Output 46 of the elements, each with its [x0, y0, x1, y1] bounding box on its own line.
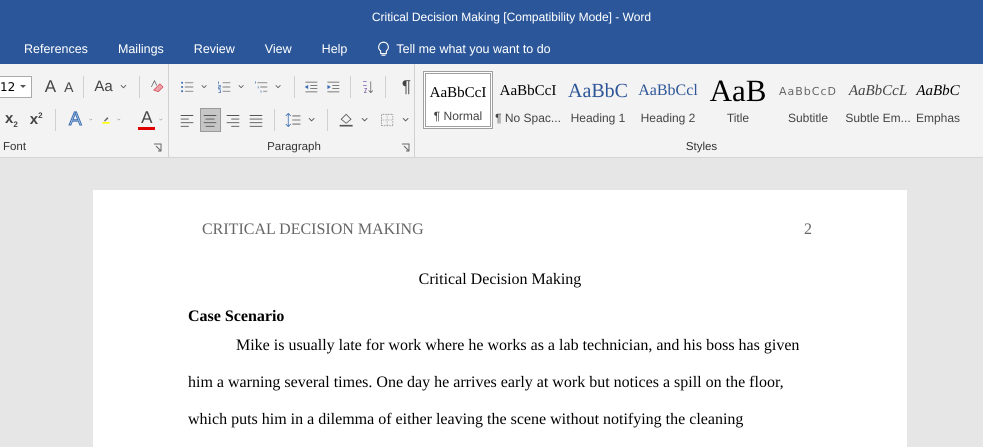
dialog-launcher-icon[interactable]	[401, 143, 410, 152]
caret-icon[interactable]	[361, 117, 369, 122]
group-label: Paragraph	[267, 141, 321, 153]
ribbon-tab[interactable]: View	[252, 37, 304, 61]
style-option[interactable]: AaBbCcI ¶ No Spac...	[493, 71, 563, 129]
shrink-font-button[interactable]: A	[61, 80, 76, 94]
caret-icon[interactable]	[18, 84, 27, 89]
subscript-button[interactable]: x$_{2}$	[0, 110, 23, 128]
superscript-button[interactable]: x$^{2}$	[24, 112, 48, 127]
section-heading: Case Scenario	[188, 308, 284, 325]
line-spacing-icon[interactable]	[284, 110, 301, 128]
style-option[interactable]: AaBbC Heading 1	[563, 71, 633, 129]
caret-icon[interactable]	[120, 84, 127, 89]
document-title: Critical Decision Making	[418, 271, 582, 288]
tell-me-search-field[interactable]: Tell me what you want to do	[396, 42, 596, 56]
caret-icon[interactable]	[200, 84, 208, 89]
style-option[interactable]: AaBbCcD Subtitle	[773, 71, 843, 129]
grow-font-button[interactable]: A	[42, 78, 60, 95]
style-option[interactable]: AaBbCcl Heading 2	[633, 71, 703, 129]
change-case-button[interactable]: Aa	[91, 79, 116, 94]
body-paragraph: Mike is usually late for work where he works as a lab technician, and his boss has given him a warning several times. One day he arrives early at work but notices a spill on the floor, which puts him in a dilemma of either leaving the scene without notifying the cleaning	[188, 336, 800, 430]
ribbon-tab[interactable]: Mailings	[106, 37, 176, 61]
caret-icon[interactable]	[238, 84, 244, 89]
font-size-dropdown[interactable]: 12	[0, 76, 32, 98]
align-button[interactable]	[200, 108, 221, 132]
group-label: Styles	[686, 141, 718, 153]
ribbon-tab[interactable]: References	[12, 37, 100, 61]
caret-icon[interactable]	[159, 117, 164, 122]
caret-icon[interactable]	[402, 117, 410, 122]
dialog-launcher-icon[interactable]	[153, 142, 162, 152]
window-title: Critical Decision Making [Compatibility Mode] - Word	[372, 10, 652, 24]
font-color-button[interactable]: A	[138, 109, 156, 130]
ribbon-tab[interactable]: Help	[310, 37, 360, 61]
caret-icon[interactable]	[308, 117, 316, 122]
show-formatting-marks-button[interactable]: ¶	[398, 78, 414, 95]
style-option[interactable]: AaBbC Emphas	[913, 71, 964, 129]
style-option[interactable]: AaB Title	[703, 71, 773, 129]
lightbulb-icon	[377, 40, 390, 58]
ribbon-tab[interactable]: Review	[182, 37, 247, 61]
caret-icon[interactable]	[117, 117, 122, 122]
running-header: CRITICAL DECISION MAKING	[202, 220, 424, 240]
page-number: 2	[804, 220, 812, 240]
style-option[interactable]: AaBbCcL Subtle Em...	[843, 71, 913, 129]
caret-icon[interactable]	[275, 84, 282, 89]
group-label: Font	[3, 141, 26, 153]
style-option[interactable]: AaBbCcI ¶ Normal	[423, 71, 493, 129]
